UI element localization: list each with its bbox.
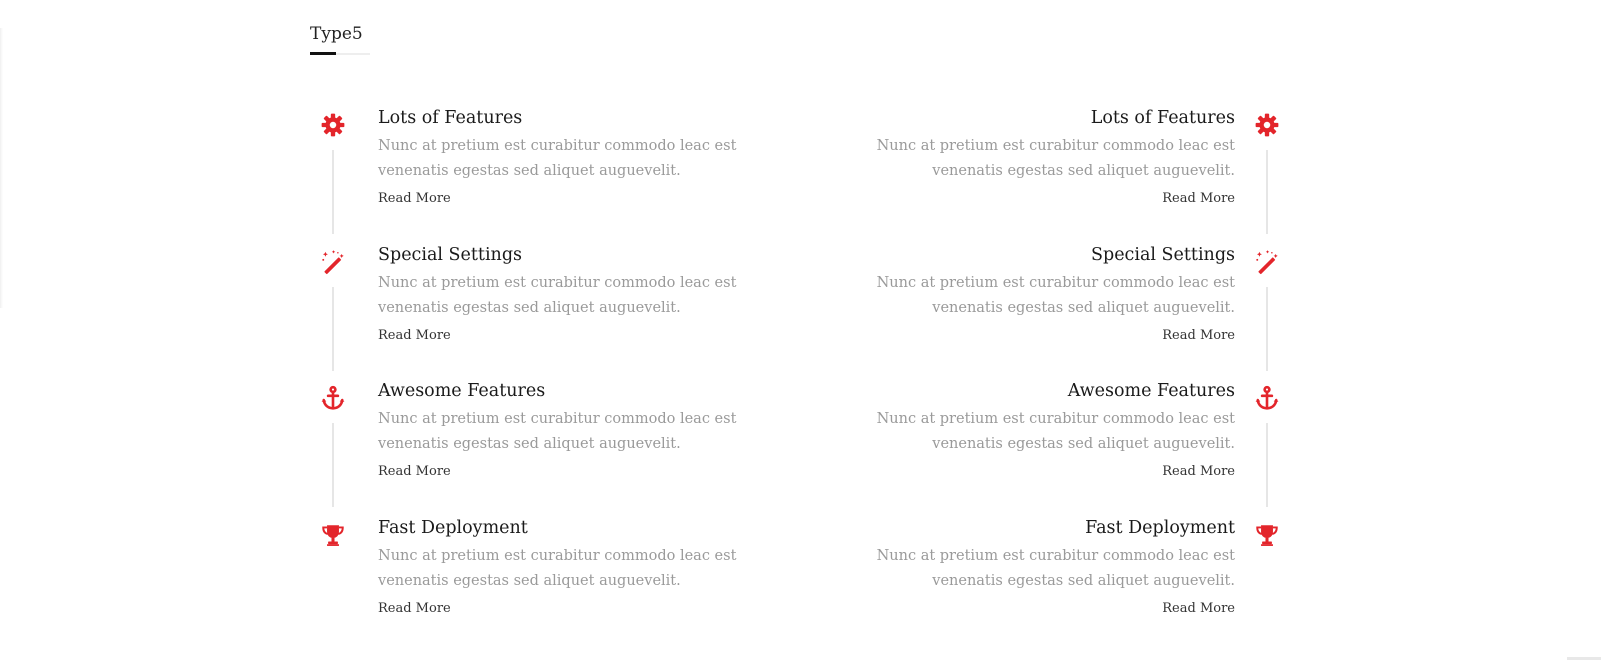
trophy-icon: [318, 520, 348, 550]
gear-icon: [318, 110, 348, 140]
feature-text: Lots of Features Nunc at pretium est cur…: [815, 104, 1235, 206]
feature-item: Fast Deployment Nunc at pretium est cura…: [318, 514, 818, 651]
feature-title: Lots of Features: [1090, 108, 1235, 128]
feature-text: Fast Deployment Nunc at pretium est cura…: [815, 514, 1235, 616]
feature-text: Fast Deployment Nunc at pretium est cura…: [378, 514, 758, 616]
read-more-link[interactable]: Read More: [1162, 328, 1235, 343]
read-more-link[interactable]: Read More: [1162, 464, 1235, 479]
feature-description: Nunc at pretium est curabitur commodo le…: [876, 138, 1235, 179]
features-left-column: Lots of Features Nunc at pretium est cur…: [318, 104, 818, 650]
read-more-link[interactable]: Read More: [378, 328, 451, 343]
magic-wand-icon: [318, 247, 348, 277]
timeline-connector: [332, 150, 334, 234]
feature-description: Nunc at pretium est curabitur commodo le…: [876, 274, 1235, 316]
feature-text: Special Settings Nunc at pretium est cur…: [815, 241, 1235, 343]
feature-item: Awesome Features Nunc at pretium est cur…: [758, 377, 1279, 514]
feature-text: Special Settings Nunc at pretium est cur…: [378, 241, 758, 343]
feature-description: Nunc at pretium est curabitur commodo le…: [378, 274, 737, 316]
timeline-connector: [1266, 423, 1268, 507]
feature-text: Lots of Features Nunc at pretium est cur…: [378, 104, 758, 206]
title-underline: [310, 52, 370, 55]
feature-text: Awesome Features Nunc at pretium est cur…: [378, 377, 758, 479]
read-more-link[interactable]: Read More: [378, 464, 451, 479]
anchor-icon: [1252, 383, 1282, 413]
features-right-column: Lots of Features Nunc at pretium est cur…: [758, 104, 1279, 651]
feature-description: Nunc at pretium est curabitur commodo le…: [876, 411, 1235, 452]
gear-icon: [1252, 110, 1282, 140]
timeline-connector: [332, 286, 334, 371]
timeline-connector: [332, 423, 334, 507]
magic-wand-icon: [1252, 247, 1282, 277]
read-more-link[interactable]: Read More: [1162, 191, 1235, 206]
feature-description: Nunc at pretium est curabitur commodo le…: [378, 138, 737, 179]
anchor-icon: [318, 383, 348, 413]
read-more-link[interactable]: Read More: [378, 191, 451, 206]
feature-item: Special Settings Nunc at pretium est cur…: [758, 241, 1278, 378]
feature-item: Special Settings Nunc at pretium est cur…: [318, 241, 818, 378]
feature-title: Lots of Features: [378, 108, 523, 128]
title-underline-accent: [310, 52, 336, 55]
feature-item: Awesome Features Nunc at pretium est cur…: [318, 377, 818, 514]
timeline-connector: [1266, 286, 1268, 371]
feature-item: Lots of Features Nunc at pretium est cur…: [318, 104, 818, 241]
edge-shadow: [0, 28, 3, 308]
feature-item: Fast Deployment Nunc at pretium est cura…: [758, 514, 1278, 651]
read-more-link[interactable]: Read More: [1162, 601, 1235, 616]
timeline-connector: [1266, 150, 1268, 234]
feature-title: Special Settings: [1091, 244, 1235, 265]
feature-title: Fast Deployment: [378, 517, 528, 538]
page: Type5 Lots of Features Nunc at pretium e…: [0, 0, 1615, 660]
feature-title: Awesome Features: [1067, 381, 1235, 401]
feature-description: Nunc at pretium est curabitur commodo le…: [378, 547, 737, 589]
trophy-icon: [1252, 520, 1282, 550]
feature-description: Nunc at pretium est curabitur commodo le…: [378, 411, 737, 452]
feature-title: Fast Deployment: [1085, 517, 1235, 538]
section-title: Type5: [310, 24, 363, 44]
feature-title: Special Settings: [378, 244, 522, 265]
feature-text: Awesome Features Nunc at pretium est cur…: [815, 377, 1235, 479]
feature-title: Awesome Features: [378, 381, 546, 401]
feature-description: Nunc at pretium est curabitur commodo le…: [876, 547, 1235, 589]
feature-item: Lots of Features Nunc at pretium est cur…: [758, 104, 1279, 241]
read-more-link[interactable]: Read More: [378, 601, 451, 616]
